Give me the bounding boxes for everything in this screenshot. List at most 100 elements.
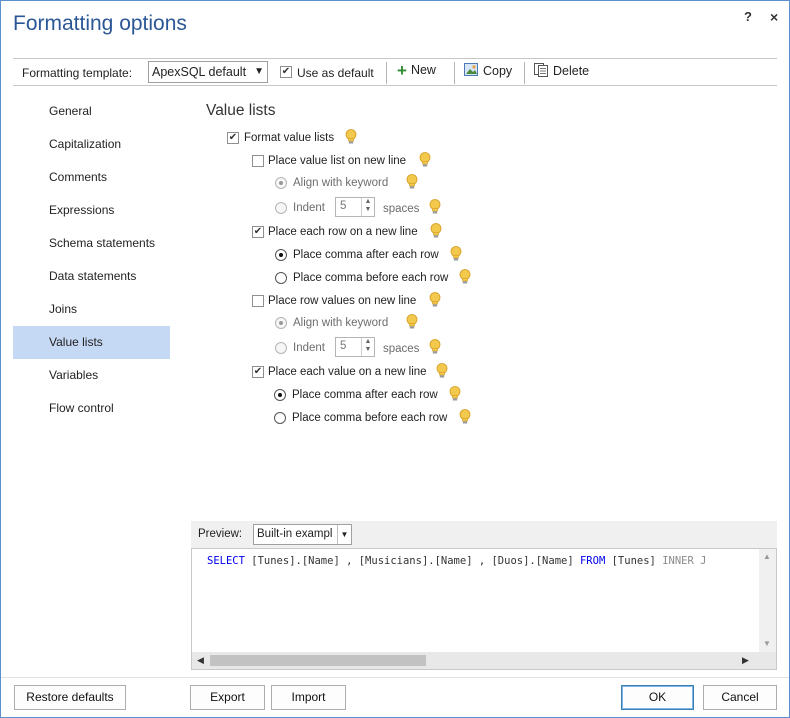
lightbulb-icon[interactable] bbox=[419, 152, 431, 168]
lightbulb-icon[interactable] bbox=[436, 363, 448, 379]
lightbulb-icon[interactable] bbox=[459, 409, 471, 425]
toolbar-divider bbox=[524, 62, 525, 84]
indent-label-1: Indent bbox=[293, 202, 325, 214]
preview-bar: Preview: Built-in exampl ▼ bbox=[191, 521, 777, 548]
stepper-arrows-icon[interactable]: ▲ ▼ bbox=[361, 198, 374, 216]
scroll-down-icon[interactable]: ▼ bbox=[763, 639, 771, 648]
lightbulb-icon[interactable] bbox=[459, 269, 471, 285]
scroll-thumb[interactable] bbox=[210, 655, 426, 666]
nav-item-value-lists[interactable]: Value lists bbox=[13, 326, 170, 359]
code-table: [Tunes] bbox=[605, 555, 663, 567]
import-button[interactable]: Import bbox=[271, 685, 346, 710]
scroll-right-icon[interactable]: ▶ bbox=[742, 655, 749, 666]
ok-button[interactable]: OK bbox=[621, 685, 694, 710]
help-icon[interactable]: ? bbox=[744, 9, 752, 24]
toolbar-divider bbox=[454, 62, 455, 84]
format-value-lists-checkbox[interactable] bbox=[227, 132, 239, 144]
lightbulb-icon[interactable] bbox=[450, 246, 462, 262]
nav-item-data-statements[interactable]: Data statements bbox=[13, 260, 170, 293]
scroll-up-icon[interactable]: ▲ bbox=[763, 552, 771, 561]
comma-after-row-radio-2[interactable] bbox=[274, 389, 286, 401]
place-row-values-new-line-label: Place row values on new line bbox=[268, 295, 417, 307]
stepper-arrows-icon[interactable]: ▲ ▼ bbox=[361, 338, 374, 356]
nav-item-joins[interactable]: Joins bbox=[13, 293, 170, 326]
code-columns: [Tunes].[Name] , [Musicians].[Name] , [D… bbox=[244, 555, 580, 567]
align-with-keyword-label-2: Align with keyword bbox=[293, 317, 389, 329]
preview-label: Preview: bbox=[198, 528, 243, 540]
code-keyword-from: FROM bbox=[579, 555, 606, 567]
template-select[interactable]: ApexSQL default ▼ bbox=[148, 61, 268, 83]
cancel-button[interactable]: Cancel bbox=[703, 685, 777, 710]
indent-stepper-2[interactable]: 5 ▲ ▼ bbox=[335, 337, 375, 357]
nav-item-general[interactable]: General bbox=[13, 95, 170, 128]
nav-item-expressions[interactable]: Expressions bbox=[13, 194, 170, 227]
align-with-keyword-label-1: Align with keyword bbox=[293, 177, 389, 189]
spaces-label-2: spaces bbox=[383, 343, 420, 355]
indent-label-2: Indent bbox=[293, 342, 325, 354]
lightbulb-icon[interactable] bbox=[406, 314, 418, 330]
place-each-value-new-line-checkbox[interactable] bbox=[252, 366, 264, 378]
toolbar-divider bbox=[386, 62, 387, 84]
nav-item-variables[interactable]: Variables bbox=[13, 359, 170, 392]
use-as-default-checkbox[interactable] bbox=[280, 66, 292, 78]
place-each-value-new-line-label: Place each value on a new line bbox=[268, 366, 427, 378]
indent-stepper-1[interactable]: 5 ▲ ▼ bbox=[335, 197, 375, 217]
code-keyword-select: SELECT bbox=[207, 555, 245, 567]
export-button[interactable]: Export bbox=[190, 685, 265, 710]
lightbulb-icon[interactable] bbox=[449, 386, 461, 402]
comma-before-row-radio-1[interactable] bbox=[275, 272, 287, 284]
template-select-value: ApexSQL default bbox=[152, 65, 247, 79]
horizontal-scrollbar[interactable]: ◀ ▶ bbox=[192, 652, 776, 669]
lightbulb-icon[interactable] bbox=[430, 223, 442, 239]
vertical-scrollbar[interactable]: ▲ ▼ bbox=[759, 549, 776, 652]
panel-title: Value lists bbox=[206, 102, 276, 119]
lightbulb-icon[interactable] bbox=[406, 174, 418, 190]
indent-radio-1[interactable] bbox=[275, 202, 287, 214]
close-icon[interactable]: × bbox=[770, 9, 778, 25]
comma-before-row-radio-2[interactable] bbox=[274, 412, 286, 424]
dropdown-arrow-icon[interactable]: ▼ bbox=[337, 525, 351, 544]
comma-before-row-label-1: Place comma before each row bbox=[293, 272, 449, 284]
spaces-label-1: spaces bbox=[383, 203, 420, 215]
footer-divider bbox=[1, 677, 789, 678]
new-button-label: New bbox=[410, 63, 436, 77]
delete-button[interactable]: Delete bbox=[534, 63, 589, 80]
delete-icon bbox=[534, 63, 549, 80]
comma-after-row-radio-1[interactable] bbox=[275, 249, 287, 261]
formatting-options-window: Formatting options ? × Formatting templa… bbox=[0, 0, 790, 718]
restore-defaults-button[interactable]: Restore defaults bbox=[14, 685, 126, 710]
nav-item-capitalization[interactable]: Capitalization bbox=[13, 128, 170, 161]
nav-item-schema-statements[interactable]: Schema statements bbox=[13, 227, 170, 260]
template-toolbar: Formatting template: ApexSQL default ▼ U… bbox=[13, 58, 777, 86]
indent-radio-2[interactable] bbox=[275, 342, 287, 354]
preview-example-select[interactable]: Built-in exampl ▼ bbox=[253, 524, 352, 545]
copy-button[interactable]: Copy bbox=[464, 63, 512, 80]
nav-item-flow-control[interactable]: Flow control bbox=[13, 392, 170, 425]
place-each-row-new-line-checkbox[interactable] bbox=[252, 226, 264, 238]
copy-icon bbox=[464, 63, 479, 80]
chevron-down-icon: ▼ bbox=[254, 66, 264, 77]
delete-button-label: Delete bbox=[553, 63, 590, 78]
preview-code-box[interactable]: SELECT [Tunes].[Name] , [Musicians].[Nam… bbox=[191, 548, 777, 670]
new-button[interactable]: + New bbox=[397, 60, 436, 80]
lightbulb-icon[interactable] bbox=[345, 129, 357, 145]
template-label: Formatting template: bbox=[22, 66, 133, 80]
category-nav: General Capitalization Comments Expressi… bbox=[13, 95, 170, 425]
align-with-keyword-radio-2[interactable] bbox=[275, 317, 287, 329]
place-value-list-new-line-checkbox[interactable] bbox=[252, 155, 264, 167]
copy-button-label: Copy bbox=[483, 63, 513, 78]
place-row-values-new-line-checkbox[interactable] bbox=[252, 295, 264, 307]
indent-stepper-1-value: 5 bbox=[340, 200, 347, 212]
indent-stepper-2-value: 5 bbox=[340, 340, 347, 352]
place-value-list-new-line-label: Place value list on new line bbox=[268, 155, 407, 167]
lightbulb-icon[interactable] bbox=[429, 199, 441, 215]
lightbulb-icon[interactable] bbox=[429, 339, 441, 355]
lightbulb-icon[interactable] bbox=[429, 292, 441, 308]
plus-icon: + bbox=[397, 60, 407, 80]
use-as-default-label: Use as default bbox=[297, 66, 374, 80]
code-join: INNER J bbox=[662, 555, 707, 567]
scroll-left-icon[interactable]: ◀ bbox=[197, 655, 204, 666]
nav-item-comments[interactable]: Comments bbox=[13, 161, 170, 194]
comma-after-row-label-1: Place comma after each row bbox=[293, 249, 439, 261]
align-with-keyword-radio-1[interactable] bbox=[275, 177, 287, 189]
